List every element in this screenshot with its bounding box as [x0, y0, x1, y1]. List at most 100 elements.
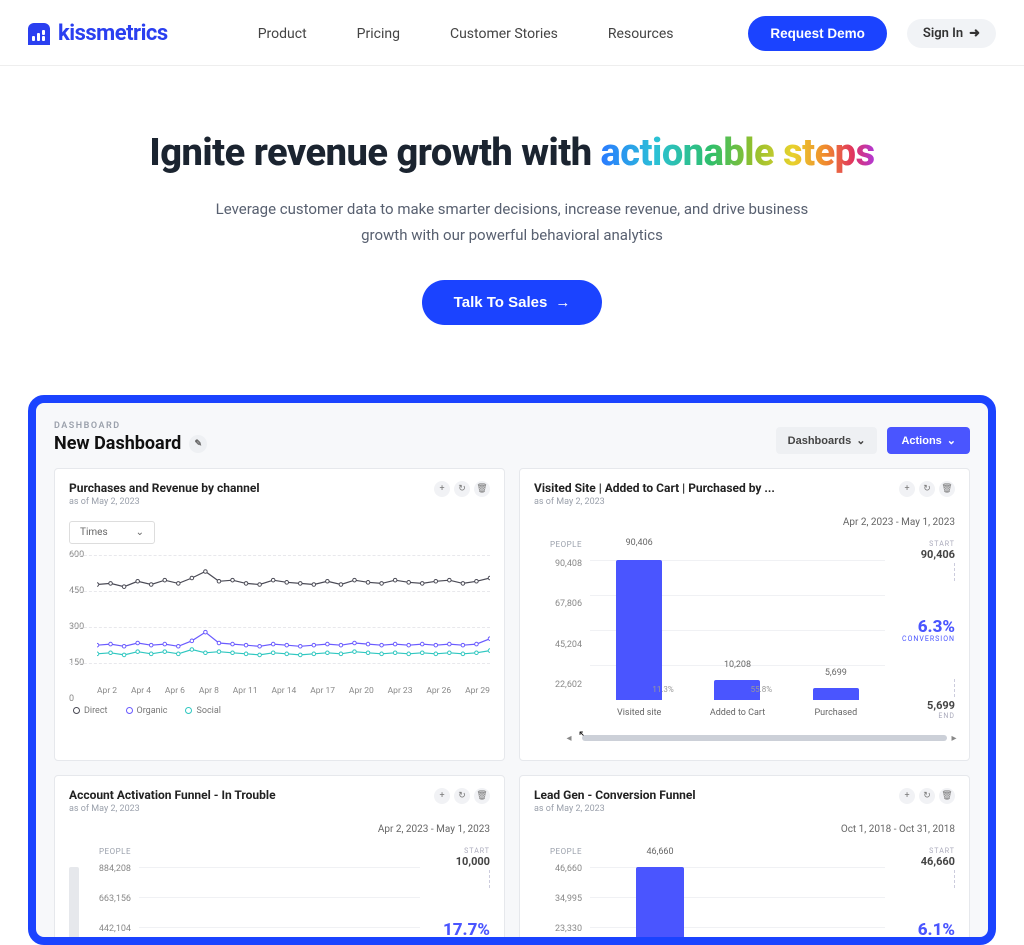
card2-range: Apr 2, 2023 - May 1, 2023: [534, 517, 955, 528]
card-visited-funnel: Visited Site | Added to Cart | Purchased…: [519, 468, 970, 761]
card1-sub: as of May 2, 2023: [69, 497, 260, 507]
card4-delete-icon[interactable]: 🗑: [939, 788, 955, 804]
chevron-down-icon: ⌄: [136, 527, 144, 538]
actions-dropdown[interactable]: Actions ⌄: [887, 427, 970, 454]
legend-direct: Direct: [73, 706, 108, 716]
card3-stats: START 10,000 17.7% CONVERSION: [420, 847, 490, 945]
drag-handle[interactable]: [69, 867, 79, 945]
card1-delete-icon[interactable]: 🗑: [474, 481, 490, 497]
card1-legend: Direct Organic Social: [73, 706, 490, 716]
start-label: START: [893, 540, 955, 548]
card1-title: Purchases and Revenue by channel: [69, 481, 260, 495]
card2-funnel: PEOPLE 90,408 67,806 45,204 22,602 90,40…: [534, 540, 955, 720]
card3-sub: as of May 2, 2023: [69, 804, 276, 814]
start-label: START: [893, 847, 955, 855]
card3-title: Account Activation Funnel - In Trouble: [69, 788, 276, 802]
logo-text: kissmetrics: [58, 21, 168, 46]
dashboards-dropdown[interactable]: Dashboards ⌄: [776, 427, 878, 454]
ytick: 67,806: [534, 599, 590, 639]
ytick: 23,330: [534, 924, 590, 945]
card4-funnel: PEOPLE 46,660 34,995 23,330 46,660 START…: [534, 847, 955, 945]
legend-social: Social: [185, 706, 220, 716]
card4-range: Oct 1, 2018 - Oct 31, 2018: [534, 824, 955, 835]
axis-title: PEOPLE: [534, 847, 590, 856]
step-pct: 11.3%: [652, 685, 673, 694]
nav-customer-stories[interactable]: Customer Stories: [450, 26, 558, 42]
sign-in-button[interactable]: Sign In ➜: [907, 19, 996, 48]
ytick: 34,995: [534, 894, 590, 924]
talk-to-sales-button[interactable]: Talk To Sales →: [422, 280, 603, 325]
dashboard-title: New Dashboard ✎: [54, 433, 207, 454]
bar-purchased: [813, 688, 859, 700]
bar-value: 90,406: [590, 538, 688, 548]
chevron-down-icon: ⌄: [856, 434, 865, 447]
card2-sub: as of May 2, 2023: [534, 497, 775, 507]
bar-category: Purchased: [787, 708, 885, 718]
hero-subhead: Leverage customer data to make smarter d…: [192, 197, 832, 248]
card3-delete-icon[interactable]: 🗑: [474, 788, 490, 804]
card4-sub: as of May 2, 2023: [534, 804, 696, 814]
logo[interactable]: kissmetrics: [28, 21, 168, 46]
conversion-label: CONVERSION: [428, 938, 490, 945]
ytick: 22,602: [534, 680, 590, 720]
ytick: 90,408: [534, 559, 590, 599]
ytick: 46,660: [534, 864, 590, 894]
bar-leadgen-first: [636, 867, 684, 945]
card-leadgen-funnel: Lead Gen - Conversion Funnel as of May 2…: [519, 775, 970, 945]
start-label: START: [428, 847, 490, 855]
dashboard-eyebrow: DASHBOARD: [54, 421, 207, 431]
start-value: 90,406: [893, 548, 955, 561]
card1-refresh-icon[interactable]: ↻: [454, 481, 470, 497]
arrow-right-icon: →: [555, 294, 570, 311]
ytick: 884,208: [83, 864, 139, 894]
start-value: 10,000: [428, 855, 490, 868]
dashboard-preview: DASHBOARD New Dashboard ✎ Dashboards ⌄ A…: [28, 395, 996, 945]
hero: Ignite revenue growth with actionable st…: [0, 66, 1024, 355]
card1-linechart: 600 450 300 150 0: [69, 552, 490, 702]
card2-delete-icon[interactable]: 🗑: [939, 481, 955, 497]
nav-right: Request Demo Sign In ➜: [748, 16, 996, 51]
card2-title: Visited Site | Added to Cart | Purchased…: [534, 481, 775, 495]
card-activation-funnel: Account Activation Funnel - In Trouble a…: [54, 775, 505, 945]
legend-organic: Organic: [126, 706, 168, 716]
card4-add-icon[interactable]: +: [899, 788, 915, 804]
times-dropdown[interactable]: Times ⌄: [69, 521, 155, 544]
top-nav: kissmetrics Product Pricing Customer Sto…: [0, 0, 1024, 66]
hero-headline-plain: Ignite revenue growth with: [149, 131, 600, 175]
main-nav: Product Pricing Customer Stories Resourc…: [258, 26, 674, 42]
sign-in-icon: ➜: [969, 26, 980, 41]
conversion-pct: 6.1%: [893, 920, 955, 940]
axis-title: PEOPLE: [83, 847, 139, 856]
dashboards-dropdown-label: Dashboards: [788, 435, 852, 447]
scroll-right-icon: ▸: [949, 733, 959, 743]
dashboard-title-text: New Dashboard: [54, 433, 181, 454]
dashboard-grid: Purchases and Revenue by channel as of M…: [54, 468, 970, 945]
ytick: 442,104: [83, 924, 139, 945]
nav-resources[interactable]: Resources: [608, 26, 674, 42]
card2-refresh-icon[interactable]: ↻: [919, 481, 935, 497]
ytick: 663,156: [83, 894, 139, 924]
nav-product[interactable]: Product: [258, 26, 307, 42]
card3-refresh-icon[interactable]: ↻: [454, 788, 470, 804]
hero-headline: Ignite revenue growth with actionable st…: [40, 131, 984, 175]
card2-add-icon[interactable]: +: [899, 481, 915, 497]
dashboard-header: DASHBOARD New Dashboard ✎ Dashboards ⌄ A…: [54, 421, 970, 454]
card-purchases-revenue: Purchases and Revenue by channel as of M…: [54, 468, 505, 761]
talk-to-sales-label: Talk To Sales: [454, 294, 548, 311]
card1-add-icon[interactable]: +: [434, 481, 450, 497]
bar-value: 46,660: [630, 847, 690, 857]
edit-icon[interactable]: ✎: [189, 435, 207, 453]
request-demo-button[interactable]: Request Demo: [748, 16, 887, 51]
card3-range: Apr 2, 2023 - May 1, 2023: [69, 824, 490, 835]
bar-value: 5,699: [787, 668, 885, 678]
hero-headline-gradient: actionable steps: [601, 131, 875, 175]
conversion-pct: 6.3%: [893, 617, 955, 637]
conversion-pct: 17.7%: [428, 920, 490, 940]
end-label: END: [893, 712, 955, 720]
card2-scrollbar[interactable]: ◂ ↖ ▸: [532, 732, 957, 742]
scroll-left-icon: ◂: [564, 733, 574, 743]
card4-refresh-icon[interactable]: ↻: [919, 788, 935, 804]
card3-add-icon[interactable]: +: [434, 788, 450, 804]
nav-pricing[interactable]: Pricing: [357, 26, 400, 42]
actions-dropdown-label: Actions: [901, 435, 941, 447]
